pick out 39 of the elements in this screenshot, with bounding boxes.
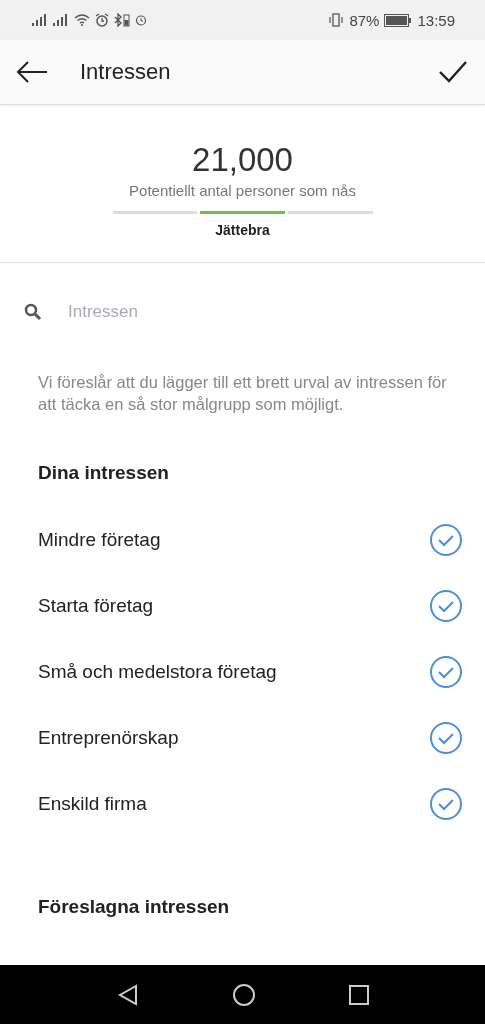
interest-label: Små och medelstora företag [38, 661, 278, 683]
interest-label: Starta företag [38, 595, 155, 617]
checked-circle-icon[interactable] [429, 589, 463, 623]
back-nav-button[interactable] [116, 983, 139, 1006]
battery-percent: 87% [349, 11, 380, 29]
signal-icon [53, 14, 69, 26]
interest-label: Mindre företag [38, 529, 162, 551]
checked-circle-icon[interactable] [429, 787, 463, 821]
search-icon [24, 303, 42, 321]
wifi-icon [74, 14, 90, 26]
section-heading: Föreslagna intressen [38, 895, 231, 919]
checked-circle-icon[interactable] [429, 523, 463, 557]
interest-label: Enskild firma [38, 793, 148, 815]
back-button[interactable] [16, 60, 48, 84]
check-icon [439, 61, 467, 83]
signal-icon [32, 14, 48, 26]
reach-count: 21,000 [192, 141, 293, 179]
recents-nav-button[interactable] [348, 984, 369, 1005]
hint-text: Vi föreslår att du lägger till ett brett urval av intressen för att täcka en så stor målgrupp som möjligt. [38, 372, 448, 415]
triangle-icon [116, 983, 139, 1006]
battery-icon [384, 13, 413, 27]
home-nav-button[interactable] [231, 982, 256, 1007]
circle-icon [231, 982, 256, 1007]
vibrate-icon [328, 13, 345, 27]
checked-circle-icon[interactable] [429, 655, 463, 689]
clock-time: 13:59 [417, 11, 455, 29]
bluetooth-icon [114, 13, 130, 27]
alarm-icon [135, 14, 147, 26]
search-field[interactable]: Intressen [0, 263, 485, 323]
screen-title: Intressen [80, 59, 172, 85]
interest-label: Entreprenörskap [38, 727, 180, 749]
reach-rating: Jättebra [215, 222, 270, 238]
back-icon [16, 60, 48, 84]
square-icon [348, 984, 369, 1005]
reach-caption: Potentiellt antal personer som nås [129, 182, 356, 199]
confirm-button[interactable] [439, 61, 467, 83]
checked-circle-icon[interactable] [429, 721, 463, 755]
section-heading: Dina intressen [38, 461, 170, 485]
alarm-icon [95, 13, 109, 27]
